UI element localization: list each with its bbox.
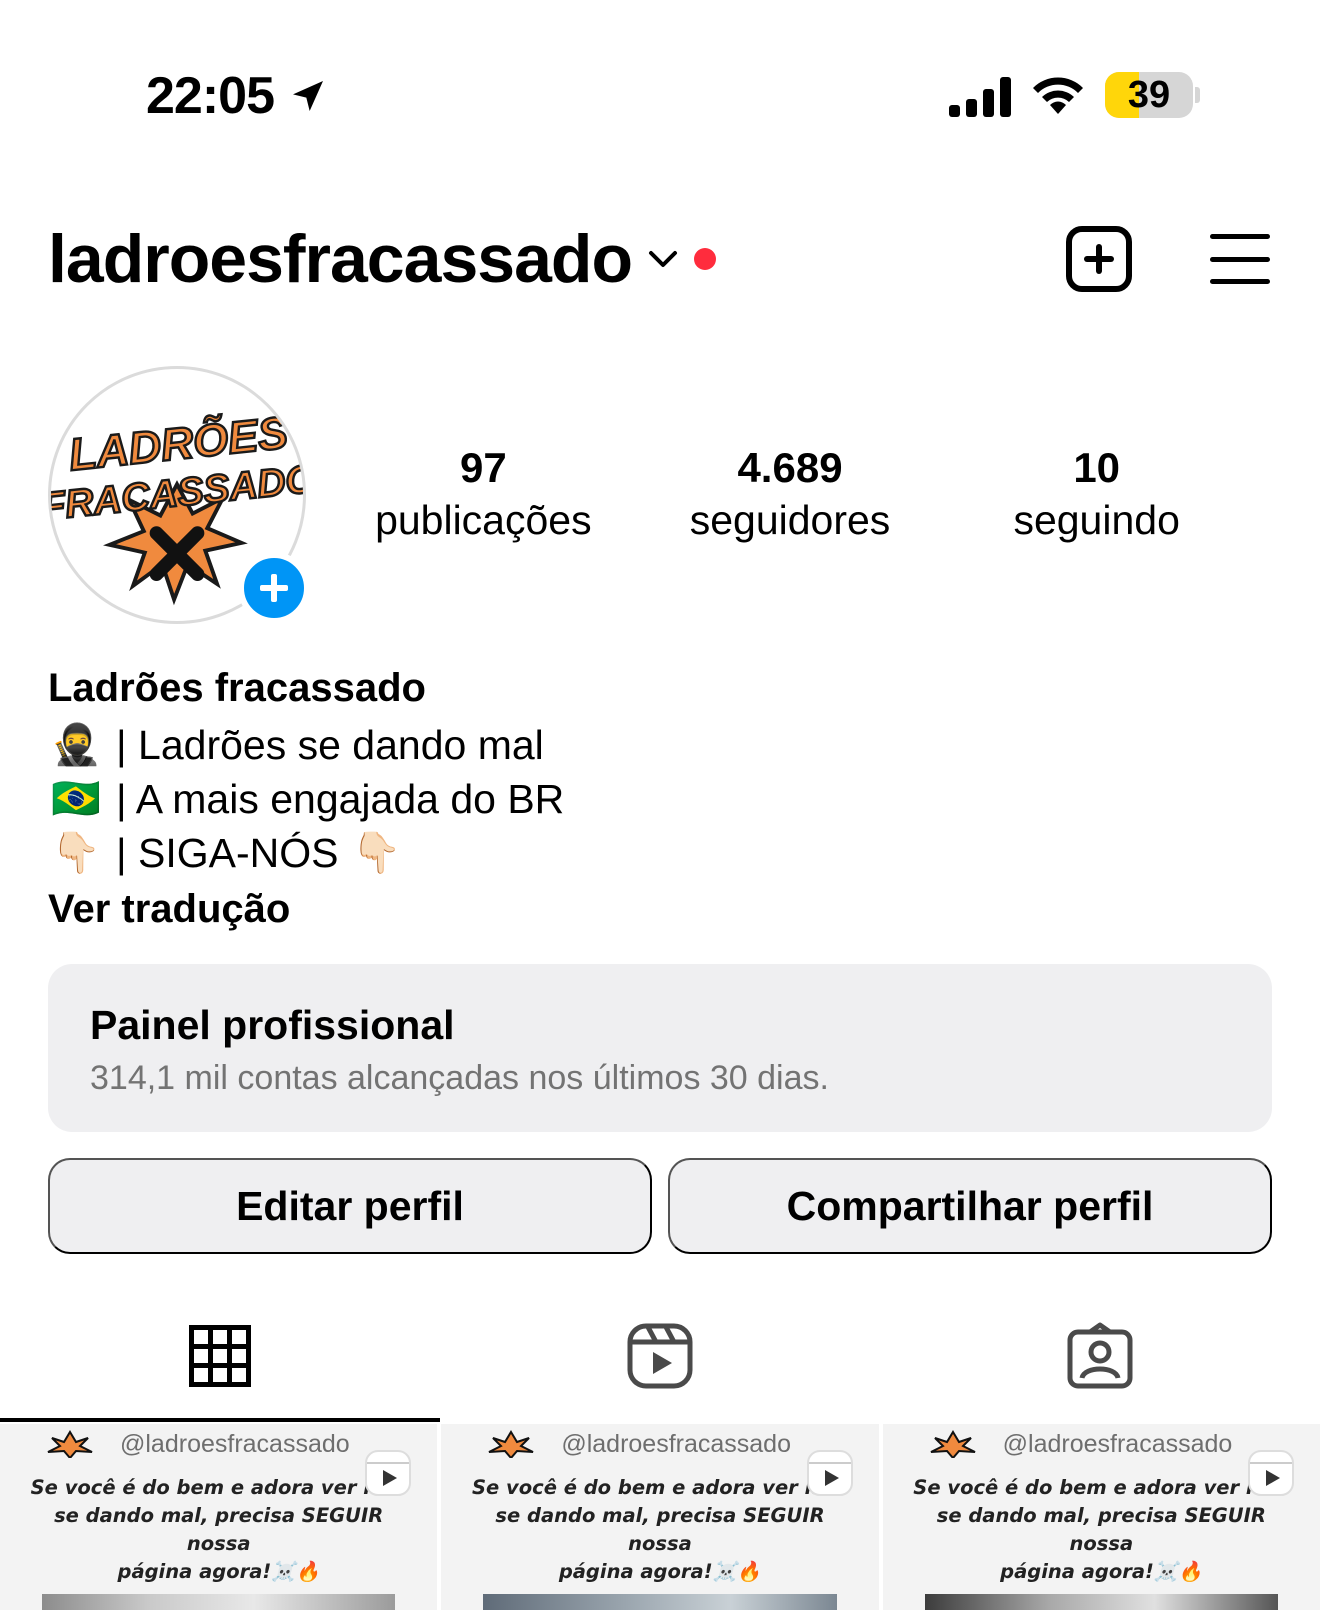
battery-indicator: 39 [1105,72,1193,118]
profile-stats: 97 publicações 4.689 seguidores 10 segui… [330,442,1250,546]
post-photo [924,1594,1278,1610]
edit-profile-button[interactable]: Editar perfil [48,1158,652,1254]
post-logo [930,1430,976,1458]
tab-posts[interactable] [0,1290,440,1422]
status-indicators: 39 [949,72,1200,118]
ninja-emoji-icon: 🥷 [51,723,101,767]
add-story-button[interactable] [238,552,310,624]
pointing-down-icon: 👇🏻 [351,831,402,875]
reel-badge-icon [365,1450,412,1496]
location-arrow-icon [293,81,323,111]
grid-icon [189,1325,251,1387]
bio-line-text: | SIGA-NÓS [116,830,339,876]
post-caption: Se você é do bem e adora ver ladr se dan… [913,1476,1290,1583]
post-photo [42,1594,396,1610]
bio-line: 🥷 | Ladrões se dando mal [48,718,1248,772]
stat-posts-count: 97 [459,444,507,491]
bio: Ladrões fracassado 🥷 | Ladrões se dando … [48,662,1248,936]
post-thumbnail[interactable]: @ladroesfracassado Se você é do bem e ad… [0,1424,438,1610]
battery-percent: 39 [1127,73,1171,116]
notification-dot [693,248,716,270]
reels-icon [627,1323,693,1389]
stat-following[interactable]: 10 seguindo [943,442,1250,546]
battery-nub [1195,87,1200,103]
tagged-icon [1067,1322,1133,1389]
reel-badge-icon [1247,1450,1294,1496]
stat-posts-label: publicações [375,497,592,543]
posts-grid: @ladroesfracassado Se você é do bem e ad… [0,1424,1320,1610]
share-profile-button[interactable]: Compartilhar perfil [668,1158,1272,1254]
wifi-icon [1033,77,1083,114]
post-thumbnail[interactable]: @ladroesfracassado Se você é do bem e ad… [441,1424,879,1610]
stat-followers-label: seguidores [689,497,891,543]
profile-tabs [0,1290,1320,1422]
bio-line: 👇🏻 | SIGA-NÓS 👇🏻 [48,826,1248,880]
create-post-button[interactable] [1066,226,1132,292]
post-thumbnail[interactable]: @ladroesfracassado Se você é do bem e ad… [882,1424,1320,1610]
account-switcher-username[interactable]: ladroesfracassado [48,220,633,298]
post-handle: @ladroesfracassado [561,1430,791,1458]
clock: 22:05 [146,67,275,125]
post-photo [483,1594,837,1610]
bio-line-text: | A mais engajada do BR [116,776,565,822]
bio-line: 🇧🇷 | A mais engajada do BR [48,772,1248,826]
reel-badge-icon [806,1450,853,1496]
post-caption: Se você é do bem e adora ver ladr se dan… [30,1476,407,1583]
stat-followers[interactable]: 4.689 seguidores [637,442,944,546]
see-translation-link[interactable]: Ver tradução [48,882,1248,936]
tab-tagged[interactable] [880,1290,1320,1422]
post-logo [488,1430,534,1458]
post-handle: @ladroesfracassado [120,1430,350,1458]
header-actions [1066,226,1272,292]
tab-reels[interactable] [440,1290,880,1422]
pointing-down-icon: 👇🏻 [51,831,101,875]
chevron-down-icon[interactable] [648,249,678,269]
stat-following-count: 10 [1073,444,1121,491]
dashboard-subtitle: 314,1 mil contas alcançadas nos últimos … [90,1059,829,1097]
stat-posts[interactable]: 97 publicações [330,442,637,546]
dashboard-title: Painel profissional [90,1002,455,1048]
stat-followers-count: 4.689 [737,444,843,491]
brazil-flag-icon: 🇧🇷 [51,777,101,821]
stat-following-label: seguindo [1013,497,1180,543]
bio-line-text: | Ladrões se dando mal [116,722,544,768]
avatar-container[interactable]: LADRÕES FRACASSADO [48,366,310,624]
professional-dashboard-card[interactable]: Painel profissional 314,1 mil contas alc… [48,964,1272,1132]
post-logo [47,1430,93,1458]
cellular-signal-icon [949,73,1011,117]
status-time: 22:05 [146,66,328,126]
profile-actions: Editar perfil Compartilhar perfil [48,1158,1272,1254]
post-handle: @ladroesfracassado [1002,1430,1233,1458]
post-caption: Se você é do bem e adora ver ladr se dan… [471,1476,849,1583]
menu-hamburger-icon[interactable] [1210,234,1270,284]
profile-header: ladroesfracassado [48,214,1272,304]
display-name: Ladrões fracassado [48,666,426,710]
